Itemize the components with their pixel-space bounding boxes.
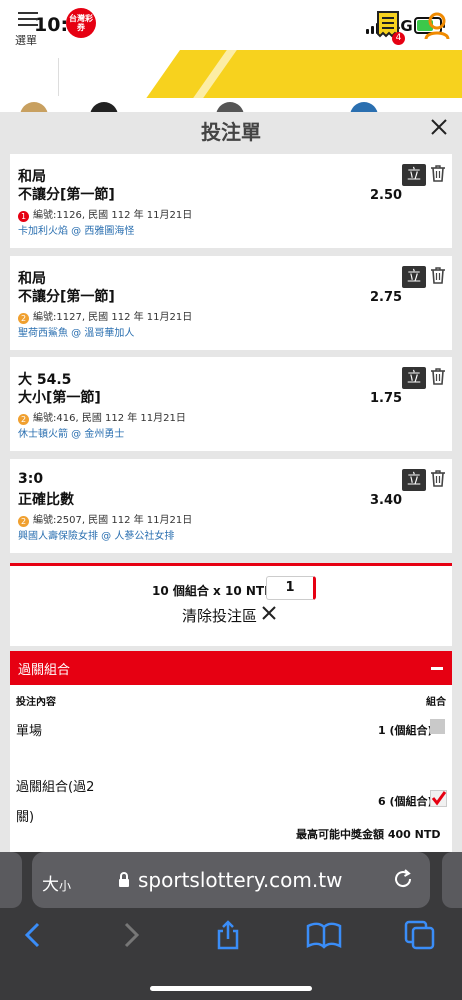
bet-market: 不讓分[第一節] bbox=[18, 187, 115, 203]
bet-odds: 3.40 bbox=[370, 493, 403, 508]
single-combo-count: 1 (個組合) bbox=[378, 724, 433, 737]
max-win-amount: 最高可能中獎金額 400 NTD bbox=[296, 828, 441, 841]
bet-odds: 2.75 bbox=[370, 290, 403, 305]
team-logo-strip bbox=[0, 98, 462, 130]
lock-icon bbox=[119, 872, 129, 887]
bet-selection: 3:0 bbox=[18, 471, 44, 487]
parlay2-combo-count: 6 (個組合) bbox=[378, 795, 433, 808]
bet-index-badge: 2 bbox=[18, 313, 29, 324]
bet-card: 和局不讓分[第一節] 1 編號:1126, 民國 112 年 11月21日 卡加利火焰… bbox=[10, 154, 452, 248]
parlay2-checkbox[interactable] bbox=[430, 790, 447, 807]
bet-card: 和局不讓分[第一節] 2 編號:1127, 民國 112 年 11月21日 聖荷西鯊魚… bbox=[10, 256, 452, 350]
close-icon[interactable] bbox=[428, 116, 450, 138]
bet-odds: 1.75 bbox=[370, 391, 403, 406]
trash-icon[interactable] bbox=[430, 164, 446, 182]
parlay-title: 過關組合 bbox=[18, 663, 71, 678]
menu-button[interactable]: 選單 bbox=[12, 8, 48, 48]
clear-bets-label[interactable]: 清除投注區 bbox=[182, 605, 257, 626]
bet-market: 大小[第一節] bbox=[18, 390, 101, 406]
bet-teams[interactable]: 聖荷西鯊魚 @ 溫哥華加人 bbox=[18, 324, 134, 339]
reload-icon[interactable] bbox=[392, 868, 414, 890]
bet-meta: 2 編號:2507, 民國 112 年 11月21日 bbox=[18, 511, 192, 527]
collapse-icon[interactable] bbox=[431, 667, 443, 670]
home-indicator bbox=[150, 986, 312, 991]
text-size-button[interactable]: 大小 bbox=[42, 870, 71, 895]
single-label: 單場 bbox=[16, 724, 43, 739]
bet-selection: 大 54.5 bbox=[18, 372, 72, 388]
parlay-header[interactable] bbox=[10, 651, 452, 685]
trash-icon[interactable] bbox=[430, 266, 446, 284]
bet-card: 大 54.5 大小[第一節] 2 編號:416, 民國 112 年 11月21日 休士頓… bbox=[10, 357, 452, 451]
trash-icon[interactable] bbox=[430, 469, 446, 487]
prev-tab-peek[interactable] bbox=[0, 852, 22, 908]
fixed-button[interactable]: 立 bbox=[402, 164, 426, 186]
bet-teams[interactable]: 休士頓火箭 @ 金州勇士 bbox=[18, 425, 124, 440]
bet-count-badge: 4 bbox=[392, 32, 405, 45]
user-icon[interactable] bbox=[424, 12, 450, 40]
stake-multiplier-input[interactable]: 1 bbox=[266, 576, 316, 600]
bet-index-badge: 2 bbox=[18, 414, 29, 425]
bookmarks-icon[interactable] bbox=[306, 920, 342, 950]
col-content-header: 投注內容 bbox=[16, 697, 56, 708]
menu-label: 選單 bbox=[15, 34, 37, 47]
bet-market: 正確比數 bbox=[18, 492, 74, 508]
app-header bbox=[0, 50, 462, 98]
bet-selection: 和局 bbox=[18, 271, 46, 287]
forward-icon[interactable] bbox=[116, 920, 144, 950]
bet-meta: 2 編號:416, 民國 112 年 11月21日 bbox=[18, 409, 186, 425]
modal-title: 投注單 bbox=[201, 120, 261, 144]
checkmark-icon bbox=[431, 791, 447, 806]
bet-teams[interactable]: 卡加利火焰 @ 西雅圖海怪 bbox=[18, 222, 134, 237]
col-combo-header: 組合 bbox=[426, 697, 446, 708]
back-icon[interactable] bbox=[20, 920, 48, 950]
clear-bets-icon[interactable] bbox=[262, 606, 276, 620]
bet-market: 不讓分[第一節] bbox=[18, 289, 115, 305]
brand-logo[interactable]: 台灣彩券 bbox=[66, 8, 96, 38]
tabs-icon[interactable] bbox=[404, 920, 436, 950]
parlay2-label: 過關組合(過2 bbox=[16, 780, 95, 795]
fixed-button[interactable]: 立 bbox=[402, 367, 426, 389]
bet-meta: 1 編號:1126, 民國 112 年 11月21日 bbox=[18, 206, 192, 222]
single-checkbox[interactable] bbox=[430, 719, 445, 734]
bet-card: 3:0 正確比數 2 編號:2507, 民國 112 年 11月21日 興國人壽保險女排… bbox=[10, 459, 452, 553]
share-icon[interactable] bbox=[214, 920, 242, 950]
bet-meta: 2 編號:1127, 民國 112 年 11月21日 bbox=[18, 308, 192, 324]
parlay2-label-cont: 關) bbox=[16, 810, 35, 825]
fixed-button[interactable]: 立 bbox=[402, 266, 426, 288]
next-tab-peek[interactable] bbox=[442, 852, 462, 908]
bet-index-badge: 2 bbox=[18, 516, 29, 527]
trash-icon[interactable] bbox=[430, 367, 446, 385]
bet-index-badge: 1 bbox=[18, 211, 29, 222]
bet-selection: 和局 bbox=[18, 169, 46, 185]
fixed-button[interactable]: 立 bbox=[402, 469, 426, 491]
url-text[interactable]: sportslottery.com.tw bbox=[138, 868, 342, 892]
bet-teams[interactable]: 興國人壽保險女排 @ 人蔘公社女排 bbox=[18, 527, 174, 542]
bet-odds: 2.50 bbox=[370, 188, 403, 203]
